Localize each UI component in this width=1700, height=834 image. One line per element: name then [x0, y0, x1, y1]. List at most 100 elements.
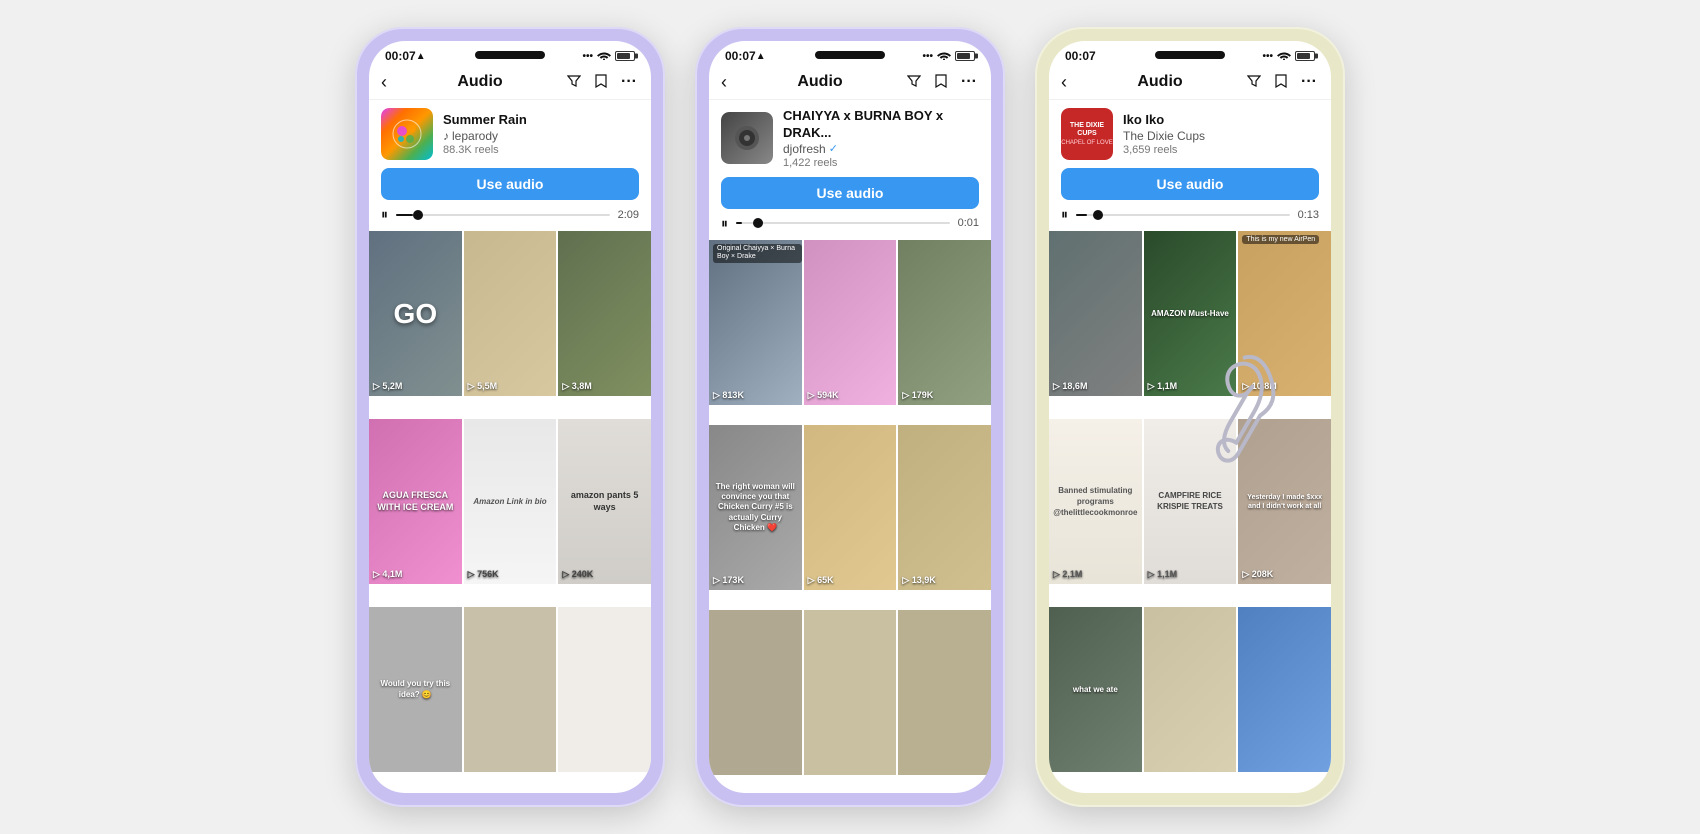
phone-2-notch: [815, 51, 885, 59]
status-icons-1: •••: [582, 50, 635, 63]
original-tag: Original Chaiyya × Burna Boy × Drake: [713, 244, 802, 263]
grid-cell-1-3[interactable]: ▷ 3,8M: [558, 231, 651, 396]
grid-cell-1-9[interactable]: [558, 607, 651, 772]
wifi-icon-3: [1277, 50, 1291, 63]
view-count-1-4: ▷ 4,1M: [373, 569, 402, 580]
audio-card-2: CHAIYYA x BURNA BOY x DRAK... djofresh ✓…: [709, 100, 991, 177]
grid-cell-1-5[interactable]: Amazon Link in bio ▷ 756K: [464, 419, 557, 584]
arrow-icon-1: ▲: [416, 51, 426, 62]
audio-thumb-1: [381, 108, 433, 160]
amazon-pants-text: amazon pants 5 ways: [562, 490, 647, 513]
progress-track-3[interactable]: [1076, 214, 1290, 216]
video-grid-2: Original Chaiyya × Burna Boy × Drake ▷ 8…: [709, 240, 991, 793]
progress-track-2[interactable]: [736, 222, 950, 224]
phone-3-inner: 00:07 ••• ‹ Audio: [1049, 41, 1331, 793]
grid-cell-3-1[interactable]: ▷ 18,6M: [1049, 231, 1142, 396]
back-button-3[interactable]: ‹: [1061, 72, 1067, 93]
audio-info-3: Iko Iko The Dixie Cups 3,659 reels: [1123, 112, 1319, 156]
grid-cell-2-7[interactable]: [709, 610, 802, 775]
grid-cell-1-1[interactable]: GO ▷ 5,2M: [369, 231, 462, 396]
view-count-2-6: ▷ 13,9K: [902, 575, 935, 586]
nav-action-icons-3: ···: [1245, 71, 1319, 93]
audio-title-1: Summer Rain: [443, 112, 639, 129]
campfire-text: CAMPFIRE RICE KRISPIE TREATS: [1148, 491, 1233, 512]
grid-cell-1-6[interactable]: amazon pants 5 ways ▷ 240K: [558, 419, 651, 584]
pause-icon-3[interactable]: ⏸: [1061, 206, 1068, 223]
more-icon-2[interactable]: ···: [959, 71, 979, 93]
phone-1-notch: [475, 51, 545, 59]
progress-time-2: 0:01: [958, 217, 979, 229]
grid-cell-3-7[interactable]: what we ate: [1049, 607, 1142, 772]
grid-cell-1-2[interactable]: ▷ 5,5M: [464, 231, 557, 396]
video-grid-3: ▷ 18,6M AMAZON Must-Have ▷ 1,1M This is …: [1049, 231, 1331, 793]
go-text: GO: [394, 296, 438, 332]
grid-cell-2-8[interactable]: [804, 610, 897, 775]
phone-1: 00:07 ▲ ••• ‹ Audio: [355, 27, 665, 807]
bookmark-icon-2[interactable]: [933, 72, 949, 93]
audio-artist-3: The Dixie Cups: [1123, 129, 1319, 143]
audio-reel-count-3: 3,659 reels: [1123, 144, 1319, 156]
amazon-must-have-text: AMAZON Must-Have: [1151, 309, 1229, 319]
nav-action-icons-2: ···: [905, 71, 979, 93]
signal-icon-3: •••: [1262, 51, 1273, 62]
grid-cell-2-9[interactable]: [898, 610, 991, 775]
grid-cell-3-8[interactable]: [1144, 607, 1237, 772]
view-count-3-1: ▷ 18,6M: [1053, 381, 1087, 392]
bookmark-icon-3[interactable]: [1273, 72, 1289, 93]
view-count-1-5: ▷ 756K: [468, 569, 499, 580]
audio-reel-count-2: 1,422 reels: [783, 157, 979, 169]
filter-icon-1[interactable]: [565, 72, 583, 93]
battery-icon-2: [955, 51, 975, 61]
view-count-3-4: ▷ 2,1M: [1053, 569, 1082, 580]
grid-cell-1-4[interactable]: AGUA FRESCA with ICE CREAM ▷ 4,1M: [369, 419, 462, 584]
use-audio-btn-1[interactable]: Use audio: [381, 168, 639, 200]
time-display-1: 00:07: [385, 49, 416, 63]
airpen-tag: This is my new AirPen: [1242, 235, 1319, 244]
audio-reel-count-1: 88.3K reels: [443, 144, 639, 156]
use-audio-btn-2[interactable]: Use audio: [721, 177, 979, 209]
more-icon-3[interactable]: ···: [1299, 71, 1319, 93]
audio-thumb-3: THE DIXIE CUPS CHAPEL OF LOVE: [1061, 108, 1113, 160]
use-audio-btn-3[interactable]: Use audio: [1061, 168, 1319, 200]
view-count-1-6: ▷ 240K: [562, 569, 593, 580]
progress-track-1[interactable]: [396, 214, 610, 216]
try-this-text: Would you try this idea? 😊: [373, 679, 458, 700]
filter-icon-3[interactable]: [1245, 72, 1263, 93]
progress-time-3: 0:13: [1298, 209, 1319, 221]
verified-badge-2: ✓: [829, 142, 838, 155]
progress-row-2: ⏸ 0:01: [709, 215, 991, 240]
back-button-1[interactable]: ‹: [381, 72, 387, 93]
grid-cell-1-7[interactable]: Would you try this idea? 😊: [369, 607, 462, 772]
view-count-1-1: ▷ 5,2M: [373, 381, 402, 392]
audio-thumb-2: [721, 112, 773, 164]
grid-cell-2-4[interactable]: The right woman will convince you that C…: [709, 425, 802, 590]
wifi-icon-1: [597, 50, 611, 63]
grid-cell-2-3[interactable]: ▷ 179K: [898, 240, 991, 405]
pause-icon-1[interactable]: ⏸: [381, 206, 388, 223]
audio-card-1: Summer Rain ♪ leparody 88.3K reels: [369, 100, 651, 168]
grid-cell-2-2[interactable]: ▷ 594K: [804, 240, 897, 405]
yesterday-text: Yesterday I made $xxx and I didn't work …: [1242, 493, 1327, 511]
grid-cell-3-9[interactable]: [1238, 607, 1331, 772]
pause-icon-2[interactable]: ⏸: [721, 215, 728, 232]
grid-cell-2-1[interactable]: Original Chaiyya × Burna Boy × Drake ▷ 8…: [709, 240, 802, 405]
phones-container: 00:07 ▲ ••• ‹ Audio: [355, 27, 1345, 807]
bookmark-icon-1[interactable]: [593, 72, 609, 93]
view-count-2-4: ▷ 173K: [713, 575, 744, 586]
grid-cell-3-4[interactable]: Banned stimulating programs @thelittleco…: [1049, 419, 1142, 584]
grid-cell-2-6[interactable]: ▷ 13,9K: [898, 425, 991, 590]
view-count-1-2: ▷ 5,5M: [468, 381, 497, 392]
phone-2: 00:07 ▲ ••• ‹ Audio: [695, 27, 1005, 807]
more-icon-1[interactable]: ···: [619, 71, 639, 93]
phone-2-nav: ‹ Audio ···: [709, 67, 991, 100]
phone-3: 00:07 ••• ‹ Audio: [1035, 27, 1345, 807]
battery-icon-1: [615, 51, 635, 61]
progress-row-1: ⏸ 2:09: [369, 206, 651, 231]
phone-3-notch: [1155, 51, 1225, 59]
filter-icon-2[interactable]: [905, 72, 923, 93]
grid-cell-2-5[interactable]: ▷ 65K: [804, 425, 897, 590]
grid-cell-1-8[interactable]: [464, 607, 557, 772]
nav-title-3: Audio: [1075, 73, 1245, 91]
arrow-icon-2: ▲: [756, 51, 766, 62]
back-button-2[interactable]: ‹: [721, 72, 727, 93]
